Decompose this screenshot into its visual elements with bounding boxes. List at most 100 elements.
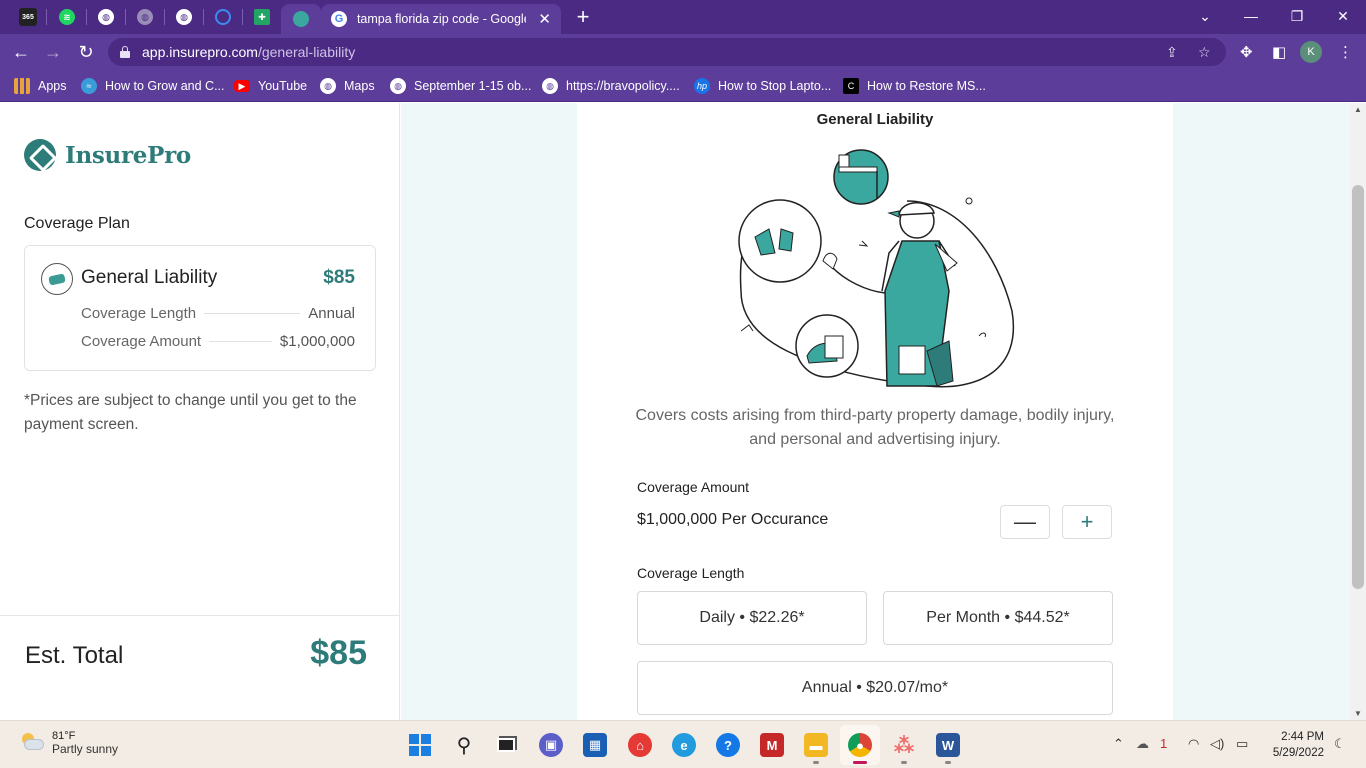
pinned-tab-insurepro[interactable] bbox=[281, 4, 321, 34]
total-label: Est. Total bbox=[25, 642, 124, 669]
menu-kebab-icon[interactable]: ⋮ bbox=[1338, 43, 1353, 61]
pinned-tab-globe-3[interactable]: ◍ bbox=[165, 5, 203, 29]
bookmark-september[interactable]: ◍ September 1-15 ob... bbox=[390, 76, 531, 96]
side-panel-icon[interactable]: ◧ bbox=[1272, 43, 1286, 61]
onedrive-cloud-icon[interactable]: ☁ bbox=[1136, 736, 1149, 752]
pinned-tab-globe-1[interactable]: ◍ bbox=[87, 5, 125, 29]
asana-icon[interactable]: ⁂ bbox=[892, 733, 916, 757]
browser-tab-bar: 365 ≋ ◍ ◍ ◍ ✚ G tampa florida zip code -… bbox=[0, 0, 1366, 34]
scroll-up-arrow-icon[interactable]: ▲ bbox=[1354, 105, 1362, 114]
system-clock[interactable]: 2:44 PM 5/29/2022 bbox=[1262, 729, 1324, 761]
weather-widget[interactable]: 81°F Partly sunny bbox=[20, 730, 118, 756]
bookmark-bravopolicy[interactable]: ◍ https://bravopolicy.... bbox=[542, 76, 680, 96]
bookmark-restore-ms[interactable]: C How to Restore MS... bbox=[843, 76, 986, 96]
partly-sunny-icon bbox=[20, 733, 44, 751]
bookmark-maps[interactable]: ◍ Maps bbox=[320, 76, 375, 96]
plan-summary-card: General Liability $85 Coverage Length An… bbox=[24, 245, 376, 371]
clock-time: 2:44 PM bbox=[1281, 731, 1324, 743]
bookmark-youtube[interactable]: ▶ YouTube bbox=[234, 76, 307, 96]
store-icon[interactable]: ▦ bbox=[583, 733, 607, 757]
battery-icon[interactable]: ▭ bbox=[1236, 736, 1248, 752]
minus-icon: — bbox=[1014, 509, 1036, 534]
volume-icon[interactable]: ◁) bbox=[1210, 736, 1224, 752]
liability-icon bbox=[41, 263, 73, 295]
chat-icon[interactable]: ▣ bbox=[539, 733, 563, 757]
page-scrollbar[interactable]: ▲ ▼ bbox=[1350, 103, 1366, 720]
notifications-moon-icon[interactable]: ☾ bbox=[1334, 736, 1346, 752]
coverage-description: Covers costs arising from third-party pr… bbox=[635, 407, 1115, 448]
forward-button[interactable]: → bbox=[40, 39, 66, 65]
bookmark-label: Maps bbox=[344, 79, 375, 93]
insurepro-logo[interactable]: InsurePro bbox=[24, 139, 191, 171]
pinned-tab-cortana[interactable] bbox=[204, 5, 242, 29]
insurepro-favicon-icon bbox=[293, 11, 309, 27]
pinned-tab-sheets[interactable]: ✚ bbox=[243, 5, 281, 29]
url-path: /general-liability bbox=[257, 44, 356, 60]
pinned-tab-globe-2[interactable]: ◍ bbox=[126, 5, 164, 29]
word-icon[interactable]: W bbox=[936, 733, 960, 757]
row-divider bbox=[204, 313, 301, 314]
tab-close-icon[interactable]: ✕ bbox=[538, 10, 551, 28]
app-red-icon[interactable]: ⌂ bbox=[628, 733, 652, 757]
minimize-button[interactable]: — bbox=[1228, 0, 1274, 32]
restore-button[interactable]: ❐ bbox=[1274, 0, 1320, 32]
bookmarks-bar: Apps ≈ How to Grow and C... ▶ YouTube ◍ … bbox=[0, 70, 1366, 102]
brand-name: InsurePro bbox=[65, 141, 191, 169]
decrease-amount-button[interactable]: — bbox=[1000, 505, 1050, 539]
hp-icon: hp bbox=[694, 78, 710, 94]
globe-icon: ◍ bbox=[390, 78, 406, 94]
profile-avatar[interactable]: K bbox=[1300, 41, 1322, 63]
help-icon[interactable]: ? bbox=[716, 733, 740, 757]
task-view-icon[interactable] bbox=[494, 733, 518, 757]
globe-icon: ◍ bbox=[98, 9, 114, 25]
search-icon[interactable]: ⚲ bbox=[452, 733, 476, 757]
lock-icon bbox=[120, 46, 130, 58]
new-tab-button[interactable]: + bbox=[570, 4, 596, 30]
mcafee-icon[interactable]: M bbox=[760, 733, 784, 757]
share-icon[interactable]: ⇪ bbox=[1166, 44, 1178, 61]
tab-google-search[interactable]: G tampa florida zip code - Google ✕ bbox=[321, 4, 561, 34]
spotify-icon: ≋ bbox=[59, 9, 75, 25]
bookmark-apps[interactable]: Apps bbox=[14, 76, 67, 96]
chrome-icon[interactable]: ● bbox=[848, 733, 872, 757]
mail-badge-icon[interactable]: 1 bbox=[1160, 736, 1167, 751]
coverage-plan-heading: Coverage Plan bbox=[24, 215, 130, 232]
coverage-amount-label: Coverage Amount bbox=[637, 479, 750, 495]
worker-illustration bbox=[738, 149, 1015, 388]
address-bar[interactable]: app.insurepro.com/general-liability ⇪ ☆ bbox=[108, 38, 1226, 66]
file-explorer-icon[interactable]: ▬ bbox=[804, 733, 828, 757]
bookmark-grow[interactable]: ≈ How to Grow and C... bbox=[81, 76, 225, 96]
cortana-icon bbox=[215, 9, 231, 25]
bookmark-star-icon[interactable]: ☆ bbox=[1198, 44, 1211, 61]
office365-icon: 365 bbox=[19, 8, 37, 26]
active-indicator bbox=[853, 761, 867, 764]
scroll-thumb[interactable] bbox=[1352, 185, 1364, 589]
edge-icon[interactable]: e bbox=[672, 733, 696, 757]
youtube-icon: ▶ bbox=[234, 80, 250, 92]
back-button[interactable]: ← bbox=[8, 39, 34, 65]
running-indicator bbox=[813, 761, 819, 764]
per-month-option-button[interactable]: Per Month • $44.52* bbox=[883, 591, 1113, 645]
pinned-tab-spotify[interactable]: ≋ bbox=[48, 5, 86, 29]
coverage-length-row: Coverage Length Annual bbox=[81, 305, 355, 322]
daily-option-button[interactable]: Daily • $22.26* bbox=[637, 591, 867, 645]
increase-amount-button[interactable]: + bbox=[1062, 505, 1112, 539]
estimated-total-bar: Est. Total $85 bbox=[0, 615, 400, 720]
show-hidden-icons-chevron-icon[interactable]: ⌃ bbox=[1113, 736, 1124, 752]
google-icon: G bbox=[331, 11, 347, 27]
wifi-icon[interactable]: ◠ bbox=[1188, 736, 1199, 752]
pinned-tab-office365[interactable]: 365 bbox=[9, 5, 47, 29]
weather-description: Partly sunny bbox=[52, 742, 119, 756]
globe-icon: ◍ bbox=[176, 9, 192, 25]
tab-search-chevron-icon[interactable]: ⌄ bbox=[1182, 0, 1228, 32]
bookmark-label: https://bravopolicy.... bbox=[566, 79, 680, 93]
bookmark-label: September 1-15 ob... bbox=[414, 79, 532, 93]
bookmark-laptop[interactable]: hp How to Stop Lapto... bbox=[694, 76, 831, 96]
extensions-puzzle-icon[interactable]: ✥ bbox=[1240, 43, 1253, 61]
reload-button[interactable]: ↻ bbox=[73, 39, 99, 65]
start-button[interactable] bbox=[408, 733, 432, 757]
scroll-down-arrow-icon[interactable]: ▼ bbox=[1354, 709, 1362, 718]
temperature: 81°F bbox=[52, 730, 76, 742]
close-window-button[interactable]: ✕ bbox=[1320, 0, 1366, 32]
annual-option-button[interactable]: Annual • $20.07/mo* bbox=[637, 661, 1113, 715]
